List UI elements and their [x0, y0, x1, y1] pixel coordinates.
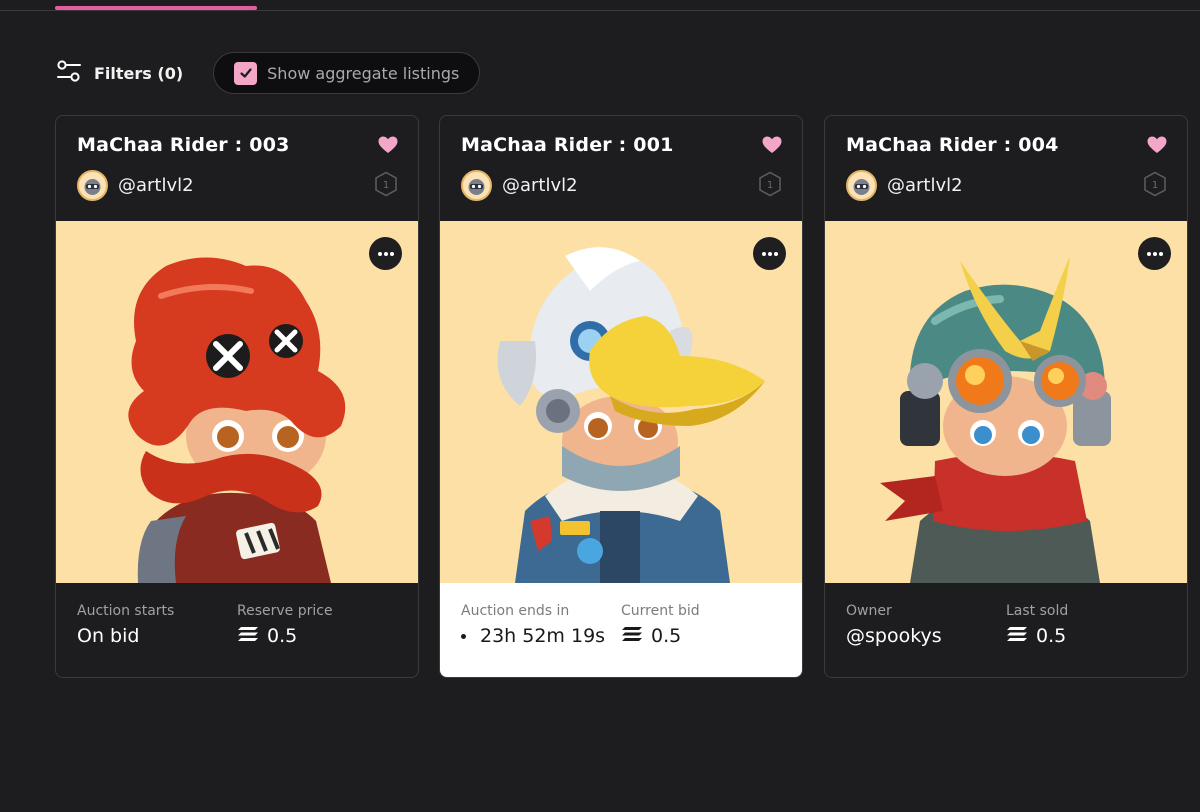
edition-badge-icon: 1 — [374, 171, 398, 201]
ellipsis-icon — [377, 251, 394, 256]
creator-avatar[interactable] — [77, 170, 108, 201]
ellipsis-icon — [1146, 251, 1163, 256]
filters-label: Filters (0) — [94, 63, 184, 83]
edition-count: 1 — [383, 180, 389, 191]
heart-icon[interactable] — [762, 136, 782, 158]
countdown-value: 23h 52m 19s — [480, 625, 606, 647]
heart-icon[interactable] — [1147, 136, 1167, 158]
price-value: 0.5 — [1036, 625, 1067, 647]
aggregate-listings-toggle[interactable]: Show aggregate listings — [213, 52, 481, 94]
nft-card[interactable]: MaChaa Rider : 004 @artlvl2 1 Owner @spo… — [824, 115, 1188, 678]
card-title[interactable]: MaChaa Rider : 001 — [461, 134, 782, 156]
nft-card[interactable]: MaChaa Rider : 003 @artlvl2 1 Auction st… — [55, 115, 419, 678]
price-value: 0.5 — [651, 625, 682, 647]
stat-value: On bid — [77, 625, 140, 647]
more-options-button[interactable] — [369, 237, 402, 270]
edition-badge-icon: 1 — [758, 171, 782, 201]
creator-handle[interactable]: @artlvl2 — [502, 175, 578, 196]
solana-icon — [1006, 625, 1028, 647]
aggregate-label: Show aggregate listings — [267, 63, 460, 83]
tab-underline-divider — [0, 10, 1200, 11]
creator-handle[interactable]: @artlvl2 — [118, 175, 194, 196]
card-title[interactable]: MaChaa Rider : 003 — [77, 134, 398, 156]
live-dot-icon — [461, 633, 466, 639]
card-footer: Auction starts On bid Reserve price 0.5 — [56, 583, 418, 677]
nft-artwork[interactable] — [56, 221, 418, 583]
active-tab-indicator — [55, 6, 257, 10]
filters-button[interactable]: Filters (0) — [56, 52, 213, 94]
ellipsis-icon — [761, 251, 778, 256]
red-octopus-helmet-rider-art — [56, 221, 418, 583]
card-footer: Auction ends in 23h 52m 19s Current bid … — [440, 583, 802, 677]
price-value: 0.5 — [267, 625, 298, 647]
edition-count: 1 — [1152, 180, 1158, 191]
nft-artwork[interactable] — [825, 221, 1187, 583]
heart-icon[interactable] — [378, 136, 398, 158]
card-header: MaChaa Rider : 003 @artlvl2 1 — [56, 116, 418, 221]
owner-label: Owner — [846, 603, 892, 619]
aggregate-checkbox[interactable] — [234, 61, 258, 85]
card-title[interactable]: MaChaa Rider : 004 — [846, 134, 1167, 156]
price-label: Current bid — [621, 603, 700, 619]
creator-avatar[interactable] — [461, 170, 492, 201]
price-label: Last sold — [1006, 603, 1069, 619]
creator-avatar[interactable] — [846, 170, 877, 201]
card-header: MaChaa Rider : 004 @artlvl2 1 — [825, 116, 1187, 221]
nft-artwork[interactable] — [440, 221, 802, 583]
more-options-button[interactable] — [753, 237, 786, 270]
card-footer: Owner @spookys Last sold 0.5 — [825, 583, 1187, 677]
card-header: MaChaa Rider : 001 @artlvl2 1 — [440, 116, 802, 221]
owner-value[interactable]: @spookys — [846, 625, 942, 647]
creator-handle[interactable]: @artlvl2 — [887, 175, 963, 196]
horned-goggle-helmet-rider-art — [825, 221, 1187, 583]
solana-icon — [621, 625, 643, 647]
duck-helmet-rider-art — [440, 221, 802, 583]
solana-icon — [237, 625, 259, 647]
price-label: Reserve price — [237, 603, 333, 619]
nft-card[interactable]: MaChaa Rider : 001 @artlvl2 1 Auction en… — [439, 115, 803, 678]
stat-label: Auction ends in — [461, 603, 570, 619]
stat-label: Auction starts — [77, 603, 175, 619]
sliders-icon — [56, 59, 82, 87]
listing-toolbar: Filters (0) Show aggregate listings — [56, 52, 481, 94]
edition-count: 1 — [767, 180, 773, 191]
checkmark-icon — [240, 68, 252, 78]
edition-badge-icon: 1 — [1143, 171, 1167, 201]
more-options-button[interactable] — [1138, 237, 1171, 270]
